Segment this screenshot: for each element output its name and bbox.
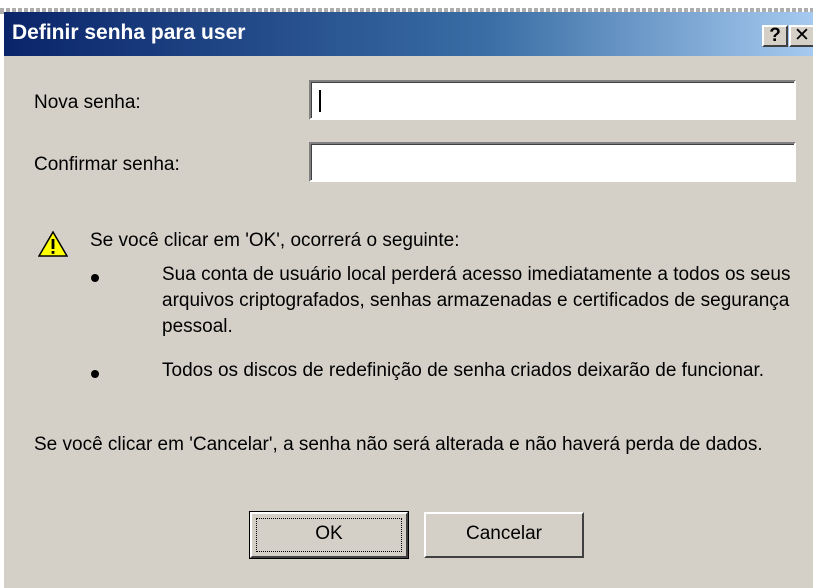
cancel-button[interactable]: Cancelar xyxy=(424,512,584,558)
bullet-marker xyxy=(91,274,99,282)
cancel-note: Se você clicar em 'Cancelar', a senha nã… xyxy=(34,434,763,455)
text-caret xyxy=(319,90,321,112)
bullet-marker xyxy=(91,370,99,378)
new-password-input[interactable] xyxy=(309,80,796,120)
warning-bullet-1: Sua conta de usuário local perderá acess… xyxy=(162,264,791,337)
dialog-title: Definir senha para user xyxy=(12,21,246,44)
focus-rectangle xyxy=(256,518,402,552)
confirm-password-label: Confirmar senha: xyxy=(34,154,180,175)
warning-bullet-2: Todos os discos de redefinição de senha … xyxy=(162,360,765,381)
title-bar[interactable]: Definir senha para user ? ✕ xyxy=(4,12,813,56)
set-password-dialog: Definir senha para user ? ✕ Nova senha: … xyxy=(4,12,813,588)
close-button[interactable]: ✕ xyxy=(789,25,813,47)
help-button[interactable]: ? xyxy=(762,25,788,47)
cancel-button-label: Cancelar xyxy=(465,523,543,544)
ok-button[interactable]: OK xyxy=(249,511,409,559)
warning-icon xyxy=(38,230,68,257)
confirm-password-input[interactable] xyxy=(309,142,796,182)
warning-intro: Se você clicar em 'OK', ocorrerá o segui… xyxy=(90,230,460,251)
new-password-label: Nova senha: xyxy=(34,92,141,113)
